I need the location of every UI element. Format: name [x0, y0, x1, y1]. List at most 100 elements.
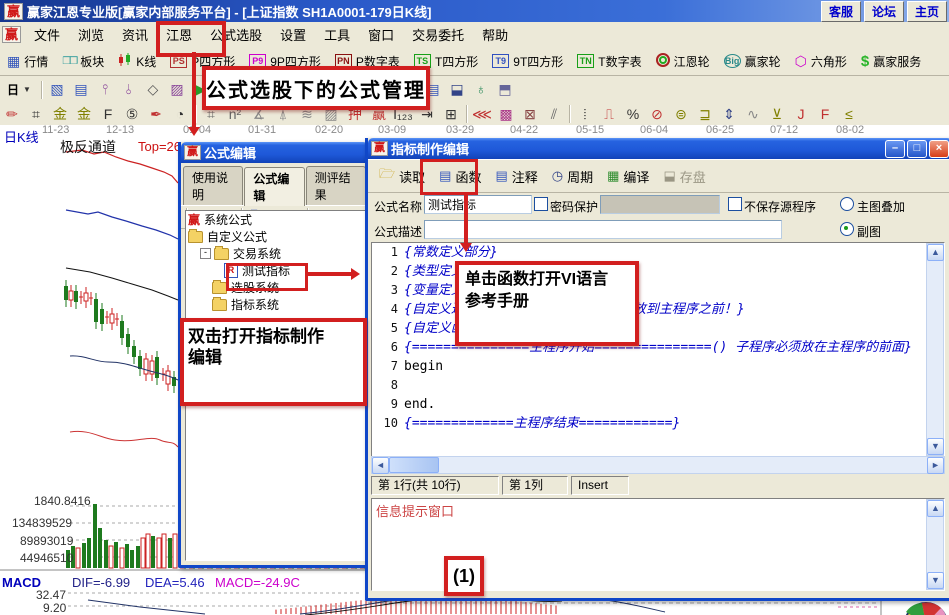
editor-toolbar-注释[interactable]: ▤注释: [488, 164, 544, 189]
pct-box-icon[interactable]: ⎍: [597, 105, 621, 124]
tree-item-label: 自定义公式: [207, 228, 267, 245]
editor-toolbar-周期[interactable]: ◷周期: [545, 164, 600, 189]
tab-测评结果[interactable]: 测评结果: [306, 166, 366, 205]
gold1-icon[interactable]: 金: [48, 105, 72, 124]
tab-使用说明[interactable]: 使用说明: [183, 166, 243, 205]
marker-icon[interactable]: ✏: [0, 105, 24, 124]
formula-name-input[interactable]: [424, 195, 532, 214]
code-hscrollbar[interactable]: ◄ ►: [371, 456, 945, 474]
candle-dd-icon[interactable]: ◇: [141, 79, 165, 100]
toolbar-button-板块[interactable]: ❒❒板块: [55, 53, 111, 70]
j-angle-icon[interactable]: J: [789, 105, 813, 124]
net1-icon[interactable]: ♁: [469, 79, 493, 100]
titlebar-button-客服[interactable]: 客服: [821, 1, 861, 22]
pct-line-icon[interactable]: ⊘: [645, 105, 669, 124]
tree-item-自定义公式[interactable]: 自定义公式: [186, 228, 365, 245]
gold-circ-icon[interactable]: ⊜: [669, 105, 693, 124]
editor-toolbar-存盘: ⬓存盘: [656, 164, 712, 189]
menu-item-帮助[interactable]: 帮助: [473, 23, 517, 46]
updown-icon[interactable]: ⇕: [717, 105, 741, 124]
gold2-icon[interactable]: 金: [72, 105, 96, 124]
pen-icon[interactable]: ✒: [144, 105, 168, 124]
status-cell: 第 1列: [502, 476, 568, 495]
ruler-icon[interactable]: ⦙: [573, 105, 597, 124]
menu-item-交易委托[interactable]: 交易委托: [403, 23, 473, 46]
indicator-editor-title: 指标制作编辑: [391, 139, 469, 158]
main-window-titlebar: 赢 赢家江恩专业版[赢家内部服务平台] - [上证指数 SH1A0001-179…: [0, 0, 949, 22]
menu-item-资讯[interactable]: 资讯: [113, 23, 157, 46]
tree-item-指标系统[interactable]: 指标系统: [186, 296, 365, 313]
toolbar-button-赢家服务[interactable]: $赢家服务: [854, 53, 928, 70]
bars9-icon[interactable]: ⫰: [117, 79, 141, 100]
minimize-button[interactable]: –: [885, 140, 905, 158]
gann-grid-icon[interactable]: ⌗: [24, 105, 48, 124]
fib-icon[interactable]: F: [96, 105, 120, 124]
toolbar-label: 江恩轮: [674, 53, 710, 70]
f-angle-icon[interactable]: F: [813, 105, 837, 124]
menu-item-文件[interactable]: 文件: [25, 23, 69, 46]
toolbar-button-T数字表[interactable]: TNT数字表: [570, 53, 648, 70]
tab-公式编辑[interactable]: 公式编辑: [244, 167, 304, 206]
gold-band-icon[interactable]: ⊻: [765, 105, 789, 124]
close-button[interactable]: ×: [929, 140, 949, 158]
main-overlay-radio[interactable]: [840, 197, 854, 211]
save-disk-icon[interactable]: ⬓: [445, 79, 469, 100]
toolbar-button-赢家轮[interactable]: Big赢家轮: [717, 53, 788, 70]
info-vscrollbar[interactable]: ▲ ▼: [926, 499, 944, 590]
toolbar-button-行情[interactable]: ▦行情: [0, 53, 55, 70]
scroll-left-icon[interactable]: ◄: [372, 457, 389, 474]
toolbar-button-六角形[interactable]: ⬡六角形: [788, 53, 854, 70]
formula-desc-input[interactable]: [424, 220, 782, 239]
g-angle-icon[interactable]: ≤: [837, 105, 861, 124]
formula-editor-titlebar[interactable]: 赢 公式编辑: [181, 142, 368, 163]
zone-icon[interactable]: ▧: [45, 79, 69, 100]
code-vscrollbar[interactable]: ▲ ▼: [926, 243, 944, 456]
tree-item-系统公式[interactable]: 赢系统公式: [186, 211, 365, 228]
editor-toolbar-编译[interactable]: ▦编译: [600, 164, 656, 189]
cycle-icon[interactable]: ◔: [168, 105, 192, 124]
frame-icon[interactable]: ⊞: [439, 105, 463, 124]
menu-item-设置[interactable]: 设置: [271, 23, 315, 46]
sub-chart-radio[interactable]: [840, 222, 854, 236]
five-icon[interactable]: ⑤: [120, 105, 144, 124]
tree-item-交易系统[interactable]: -交易系统: [186, 245, 365, 262]
indicator-editor-titlebar[interactable]: 赢 指标制作编辑 –□×: [368, 138, 949, 159]
annotation-note-double-click: 双击打开指标制作 编辑: [180, 318, 367, 406]
date-tick: 05-15: [576, 124, 604, 136]
tree-expander-icon[interactable]: -: [200, 248, 211, 259]
lines-icon[interactable]: ⫽: [542, 105, 566, 124]
period-day-button[interactable]: 日▼: [0, 81, 38, 98]
sine-icon[interactable]: ∿: [741, 105, 765, 124]
info-doc-icon[interactable]: ▤: [69, 79, 93, 100]
patch-icon[interactable]: ▩: [494, 105, 518, 124]
rights-icon[interactable]: ▨: [165, 79, 189, 100]
menu-item-浏览[interactable]: 浏览: [69, 23, 113, 46]
gold-line-icon[interactable]: ⊒: [693, 105, 717, 124]
menu-item-窗口[interactable]: 窗口: [359, 23, 403, 46]
scroll-up-icon[interactable]: ▲: [927, 244, 944, 261]
tree-item-label: 指标系统: [231, 296, 279, 313]
scroll-right-icon[interactable]: ►: [927, 457, 944, 474]
annotation-note-formula-manage: 公式选股下的公式管理: [202, 66, 430, 110]
nosave-checkbox[interactable]: [728, 197, 742, 211]
line-number: 8: [372, 376, 404, 395]
scroll-down-icon[interactable]: ▼: [927, 438, 944, 455]
formula-editor-tabs: 使用说明公式编辑测评结果: [181, 163, 368, 205]
toolbar-button-江恩轮[interactable]: 江恩轮: [649, 53, 717, 70]
menu-item-工具[interactable]: 工具: [315, 23, 359, 46]
password-checkbox[interactable]: [534, 197, 548, 211]
info-scroll-up-icon[interactable]: ▲: [927, 500, 944, 517]
maximize-button[interactable]: □: [907, 140, 927, 158]
annotation-note2-line1: 双击打开指标制作: [188, 326, 363, 347]
info-scroll-down-icon[interactable]: ▼: [927, 572, 944, 589]
titlebar-button-主页[interactable]: 主页: [907, 1, 947, 22]
bars3-icon[interactable]: ⫯: [93, 79, 117, 100]
percent-icon[interactable]: %: [621, 105, 645, 124]
toolbar-button-9T四方形[interactable]: T99T四方形: [485, 53, 570, 70]
vol-scale-1: 134839529: [12, 516, 72, 530]
hscroll-thumb[interactable]: [389, 457, 439, 473]
grid2-icon[interactable]: ⊠: [518, 105, 542, 124]
fan-icon[interactable]: ⋘: [470, 105, 494, 124]
net2-icon[interactable]: ⬒: [493, 79, 517, 100]
titlebar-button-论坛[interactable]: 论坛: [864, 1, 904, 22]
